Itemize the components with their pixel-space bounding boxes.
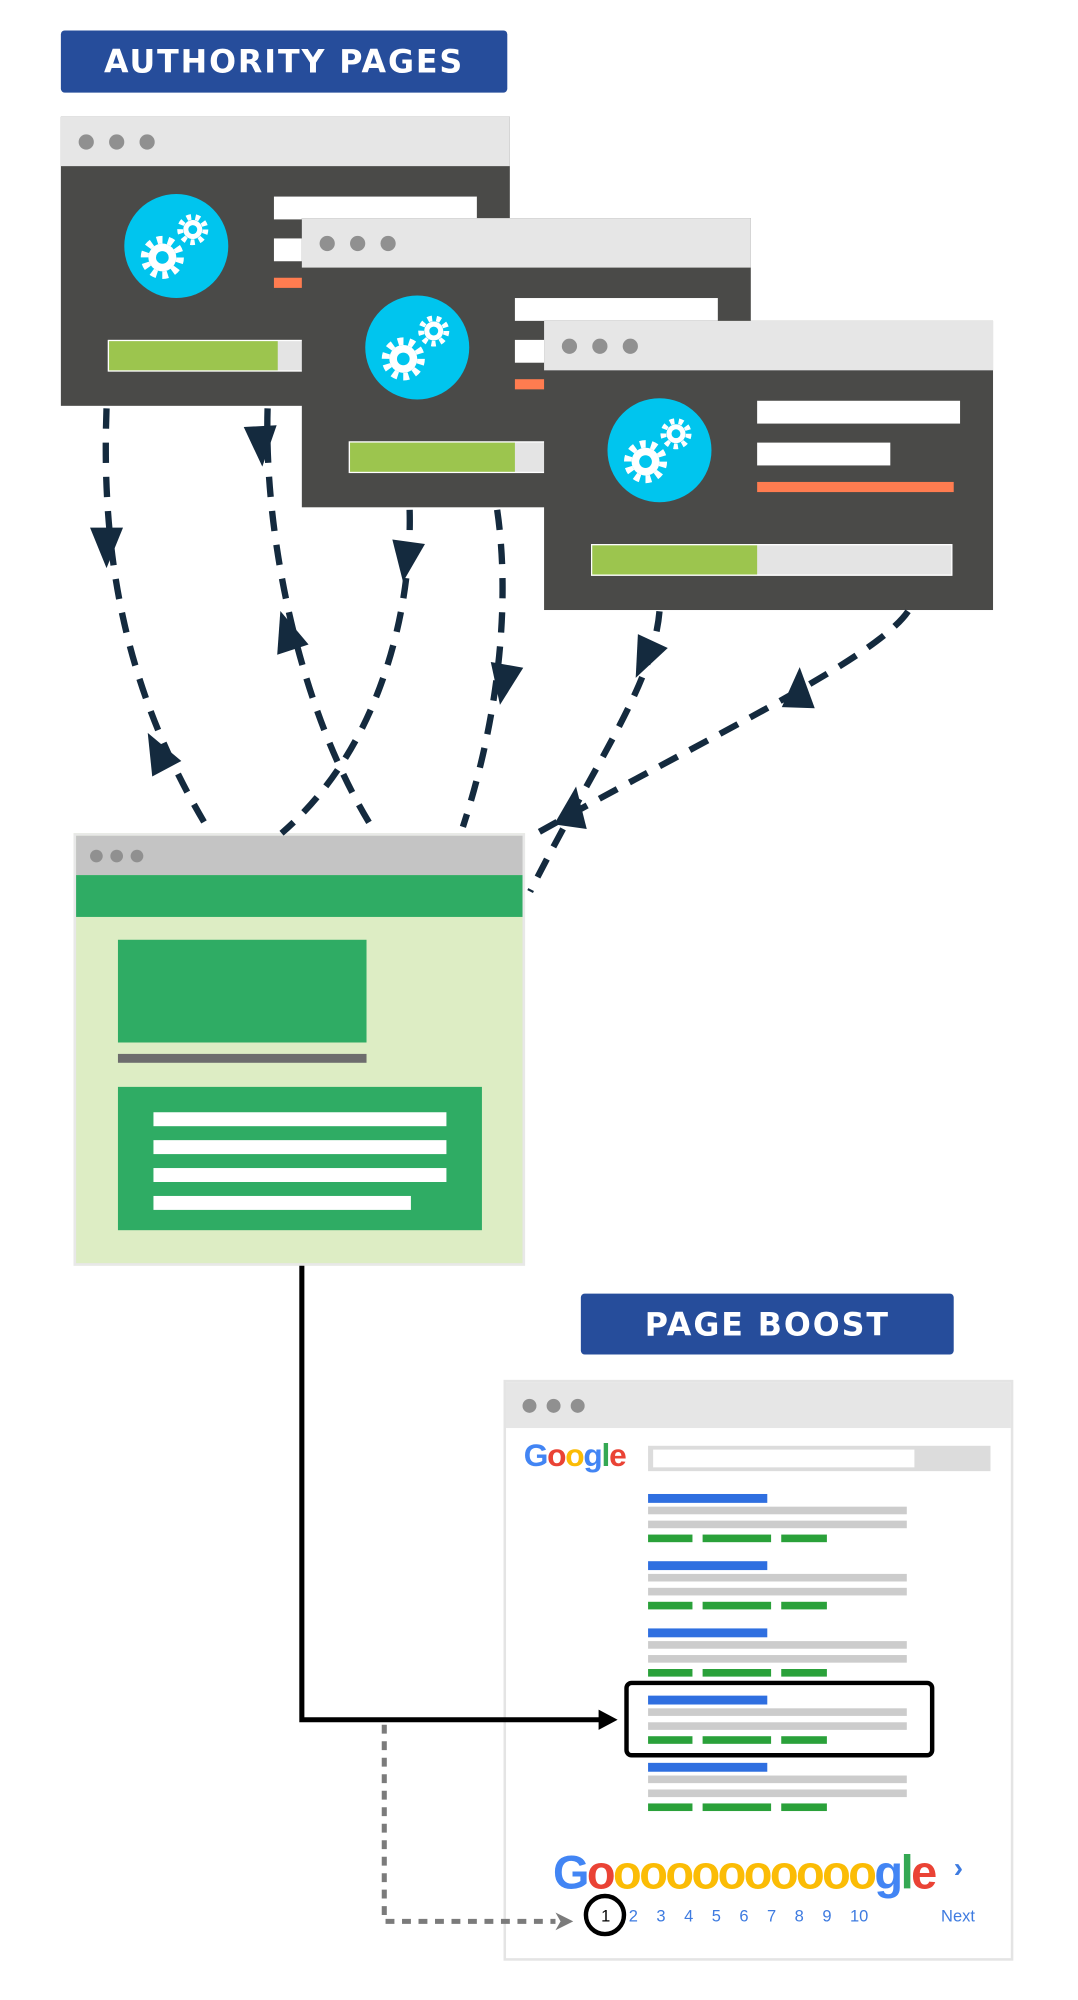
arrowhead-icon [598,1709,618,1730]
highlighted-result-box [624,1680,935,1758]
rank-connector [381,1724,556,1924]
arrowhead-icon [392,539,425,582]
diagram: AUTHORITY PAGES PAGE BOOST Google Gooooo… [0,0,1078,2000]
arrowhead-icon [243,425,277,467]
arrowhead-icon [90,527,124,569]
arrowhead-icon [147,732,182,777]
arrowhead-icon [555,1912,574,1931]
link-arrow [528,609,911,840]
boost-connector [299,1265,607,1723]
connections [90,408,935,1937]
current-page-circle [583,1893,627,1937]
arrowhead-icon [490,662,524,705]
arrowhead-icon [635,634,668,678]
arrowhead-icon [781,667,815,709]
